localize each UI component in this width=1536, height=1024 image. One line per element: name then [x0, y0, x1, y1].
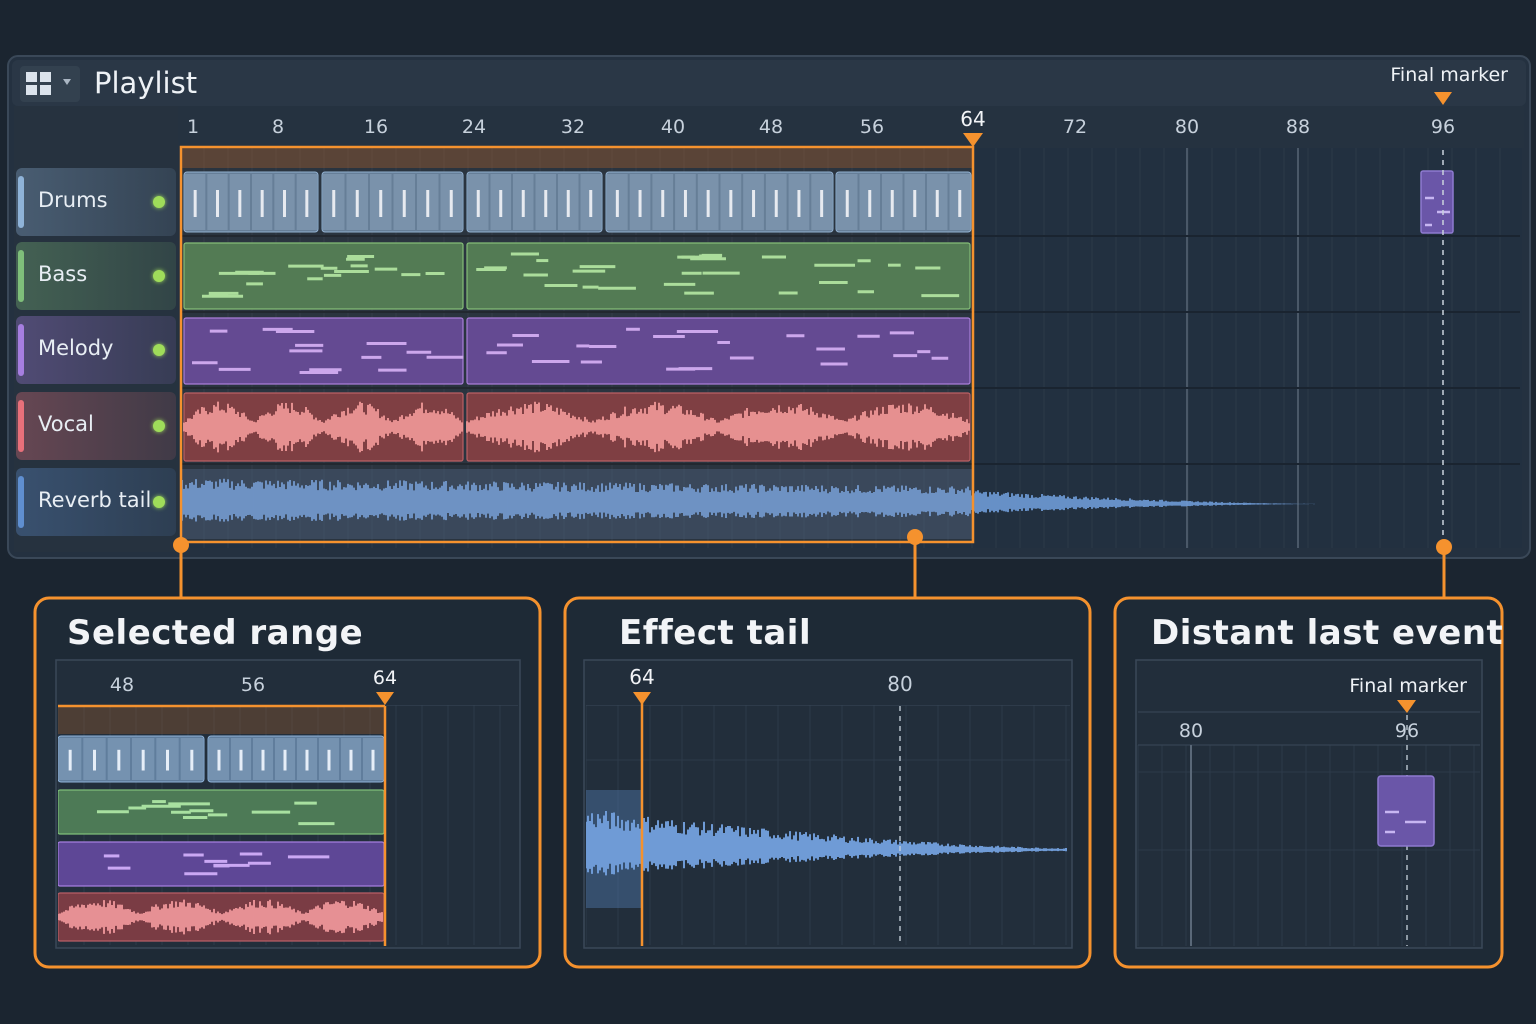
- track-color-stripe: [18, 176, 24, 228]
- playlist-menu-button[interactable]: [20, 66, 80, 102]
- callout-tail-ruler-label: 80: [887, 672, 912, 696]
- track-color-stripe: [18, 400, 24, 452]
- playlist-scene: 1 8 16 24 32 40 48 56 72 80 88 96 64 Final marker 4…: [7, 55, 1531, 969]
- callout-selected-ruler-highlight: [58, 706, 385, 734]
- ruler-label: 24: [462, 116, 486, 138]
- ruler-label: 80: [1175, 116, 1199, 138]
- callout-anchor-selected: [173, 537, 189, 553]
- ruler-label: 16: [364, 116, 388, 138]
- track-header-melody[interactable]: Melody: [16, 316, 176, 384]
- track-color-stripe: [18, 476, 24, 528]
- selection-range-box[interactable]: [179, 145, 975, 544]
- track-color-stripe: [18, 250, 24, 302]
- ruler-label: 48: [759, 116, 783, 138]
- callout-anchor-final: [1436, 539, 1452, 555]
- selection-ruler-highlight: [182, 148, 972, 168]
- track-name: Drums: [38, 188, 108, 212]
- ruler-label: 8: [272, 116, 284, 138]
- track-active-led[interactable]: [153, 496, 165, 508]
- final-marker-label: Final marker: [1390, 64, 1508, 86]
- callout-selected-ruler-label: 48: [110, 674, 134, 696]
- ruler-label: 40: [661, 116, 685, 138]
- callout-anchor-tail: [907, 529, 923, 545]
- distant-last-clip[interactable]: [1420, 170, 1454, 234]
- callout-distant-title: Distant last event: [1151, 613, 1504, 653]
- track-color-stripe: [18, 324, 24, 376]
- track-header-drums[interactable]: Drums: [16, 168, 176, 236]
- track-name: Reverb tail: [38, 488, 152, 512]
- ruler-label: 32: [561, 116, 585, 138]
- ruler-label: 96: [1431, 116, 1455, 138]
- track-active-led[interactable]: [153, 270, 165, 282]
- callout-distant-ruler-80: 80: [1179, 720, 1203, 742]
- track-header-bass[interactable]: Bass: [16, 242, 176, 310]
- track-name: Vocal: [38, 412, 94, 436]
- ruler-label: 88: [1286, 116, 1310, 138]
- callout-distant-marker-label: Final marker: [1349, 675, 1467, 697]
- ruler-label: 56: [860, 116, 884, 138]
- selection-end-label: 64: [960, 107, 985, 131]
- callout-tail-title: Effect tail: [619, 613, 812, 653]
- track-active-led[interactable]: [153, 420, 165, 432]
- ruler-label: 1: [187, 116, 199, 138]
- callout-tail-ruler-label: 64: [629, 665, 654, 689]
- callout-selected-ruler-label: 56: [241, 674, 265, 696]
- callout-tail-inner: [583, 659, 1073, 949]
- playlist-title: Playlist: [94, 66, 198, 100]
- track-header-vocal[interactable]: Vocal: [16, 392, 176, 460]
- callout-selected-title: Selected range: [67, 613, 364, 653]
- track-active-led[interactable]: [153, 344, 165, 356]
- callout-selected-ruler-label: 64: [373, 667, 397, 689]
- ruler-label: 72: [1063, 116, 1087, 138]
- track-active-led[interactable]: [153, 196, 165, 208]
- track-header-reverb-tail[interactable]: Reverb tail: [16, 468, 176, 536]
- playlist-titlebar: [12, 60, 1526, 106]
- track-name: Bass: [38, 262, 88, 286]
- track-name: Melody: [38, 336, 114, 360]
